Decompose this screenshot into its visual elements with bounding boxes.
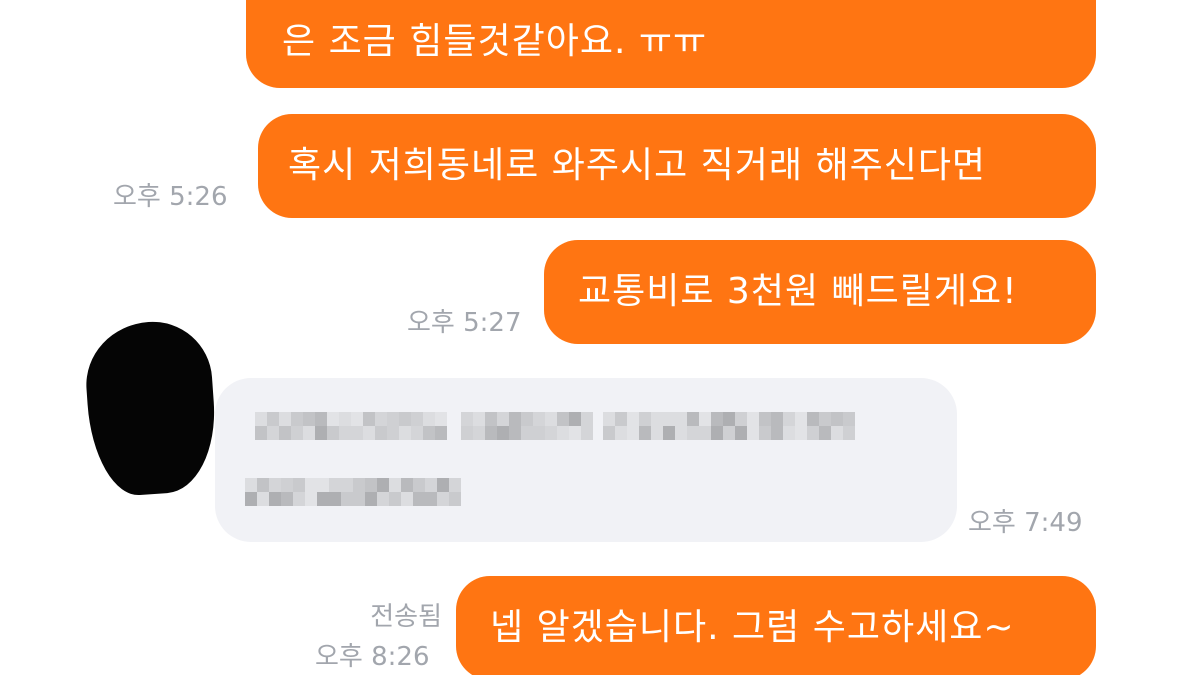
message-read-status: 전송됨 xyxy=(370,602,442,632)
message-timestamp: 오후 5:27 xyxy=(407,308,522,338)
message-text: 은 조금 힘들것같아요. ㅠㅠ xyxy=(282,21,708,62)
message-text: 혹시 저희동네로 와주시고 직거래 해주신다면 xyxy=(288,145,987,186)
message-text: 넵 알겠습니다. 그럼 수고하세요~ xyxy=(490,607,1015,648)
outgoing-message-bubble[interactable]: 혹시 저희동네로 와주시고 직거래 해주신다면 xyxy=(258,114,1096,218)
message-timestamp: 오후 5:26 xyxy=(113,182,228,212)
message-text: 교통비로 3천원 빼드릴게요! xyxy=(578,271,1018,312)
message-timestamp: 오후 7:49 xyxy=(968,508,1083,538)
message-timestamp: 오후 8:26 xyxy=(315,642,430,672)
avatar[interactable] xyxy=(82,317,220,499)
outgoing-message-bubble[interactable]: 넵 알겠습니다. 그럼 수고하세요~ xyxy=(456,576,1096,675)
outgoing-message-bubble[interactable]: 교통비로 3천원 빼드릴게요! xyxy=(544,240,1096,344)
outgoing-message-bubble[interactable]: 은 조금 힘들것같아요. ㅠㅠ xyxy=(246,0,1096,88)
incoming-message-bubble[interactable] xyxy=(215,378,957,542)
chat-thread[interactable]: 은 조금 힘들것같아요. ㅠㅠ 혹시 저희동네로 와주시고 직거래 해주신다면 … xyxy=(0,0,1200,675)
